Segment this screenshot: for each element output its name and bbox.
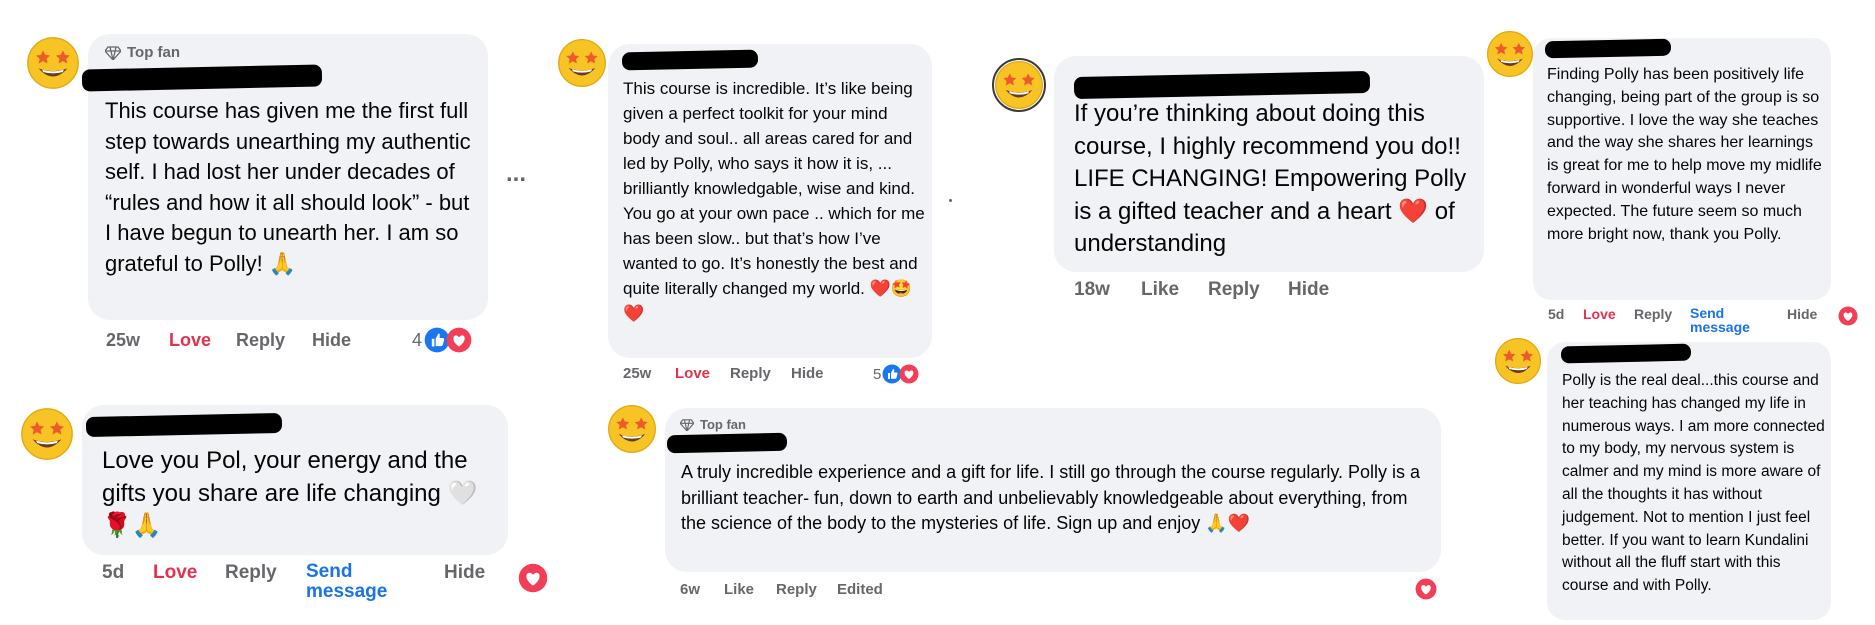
top-fan-label: Top fan [700,417,746,432]
comment-text: Finding Polly has been positively life c… [1547,66,1822,243]
reaction-count: 4 [412,329,423,350]
top-fan-badge: Top fan [105,44,180,61]
heart-icon [1415,578,1437,600]
timestamp[interactable]: 5d [1548,306,1564,322]
more-options-button[interactable]: ... [506,160,526,188]
edited-label: Edited [837,581,883,598]
comment-text: If you’re thinking about doing this cour… [1074,100,1467,257]
timestamp[interactable]: 18w [1074,279,1110,301]
redacted-author-name[interactable] [1544,38,1672,59]
avatar[interactable] [1494,337,1542,385]
star-struck-emoji-icon [607,404,657,454]
avatar[interactable] [607,404,657,454]
love-reaction-button[interactable]: Love [1583,306,1616,322]
redacted-author-name[interactable] [1560,343,1692,364]
comment-bubble: Love you Pol, your energy and the gifts … [82,405,508,555]
redacted-author-name[interactable] [666,432,788,454]
comment-text: Polly is the real deal...this course and… [1562,372,1825,595]
star-struck-emoji-icon [20,407,74,461]
reply-button[interactable]: Reply [776,581,817,598]
reaction-summary[interactable] [1415,578,1437,600]
comment-bubble: Top fan A truly incredible experience an… [665,408,1441,572]
heart-icon [446,327,472,353]
comment-text: This course is incredible. It’s like bei… [623,79,925,323]
comment-bubble: Polly is the real deal...this course and… [1547,342,1831,620]
star-struck-emoji-icon [557,38,607,88]
comment-bubble: Finding Polly has been positively life c… [1533,38,1831,300]
comment-text: This course has given me the first full … [105,98,471,276]
timestamp[interactable]: 5d [102,562,124,584]
reaction-count: 5 [873,365,882,383]
diamond-icon [105,45,121,60]
comment-text: Love you Pol, your energy and the gifts … [102,447,478,539]
diamond-icon [680,418,694,431]
comment-bubble: If you’re thinking about doing this cour… [1054,56,1484,272]
avatar[interactable] [992,58,1046,112]
redacted-author-name[interactable] [85,412,283,438]
hide-button[interactable]: Hide [791,365,824,382]
avatar[interactable] [26,36,80,90]
timestamp[interactable]: 6w [680,581,700,598]
avatar[interactable] [1486,30,1534,78]
send-message-link[interactable]: Send message [1690,306,1760,334]
reply-button[interactable]: Reply [730,365,771,382]
love-reaction-button[interactable]: Love [675,365,710,382]
reply-button[interactable]: Reply [1634,306,1672,322]
redacted-author-name[interactable] [1073,70,1371,100]
like-button[interactable]: Like [1141,279,1179,301]
divider-dot [949,199,952,202]
comment-bubble: This course is incredible. It’s like bei… [608,44,932,358]
top-fan-badge: Top fan [680,417,746,432]
redacted-author-name[interactable] [81,64,323,92]
avatar[interactable] [557,38,607,88]
reaction-summary[interactable]: 4 [412,326,472,354]
timestamp[interactable]: 25w [106,330,140,351]
reaction-summary[interactable] [518,563,548,593]
love-reaction-button[interactable]: Love [169,330,211,351]
hide-button[interactable]: Hide [444,562,485,584]
heart-icon [899,364,919,384]
reply-button[interactable]: Reply [236,330,285,351]
reply-button[interactable]: Reply [1208,279,1260,301]
top-fan-label: Top fan [127,44,181,61]
reply-button[interactable]: Reply [225,562,277,584]
heart-icon [518,563,548,593]
like-button[interactable]: Like [724,581,754,598]
star-struck-emoji-icon [1486,30,1534,78]
comment-bubble: Top fan This course has given me the fir… [81,34,488,320]
comment-text: A truly incredible experience and a gift… [681,462,1421,533]
heart-icon [1838,306,1858,326]
star-struck-emoji-icon [994,60,1044,110]
redacted-author-name[interactable] [621,49,759,71]
reaction-summary[interactable]: 5 [873,363,919,385]
hide-button[interactable]: Hide [312,330,351,351]
hide-button[interactable]: Hide [1288,279,1329,301]
hide-button[interactable]: Hide [1787,306,1817,322]
send-message-link[interactable]: Send message [306,562,396,602]
reaction-summary[interactable] [1838,306,1858,326]
star-struck-emoji-icon [1494,337,1542,385]
avatar[interactable] [20,407,74,461]
love-reaction-button[interactable]: Love [153,562,197,584]
timestamp[interactable]: 25w [623,365,651,382]
star-struck-emoji-icon [26,36,80,90]
